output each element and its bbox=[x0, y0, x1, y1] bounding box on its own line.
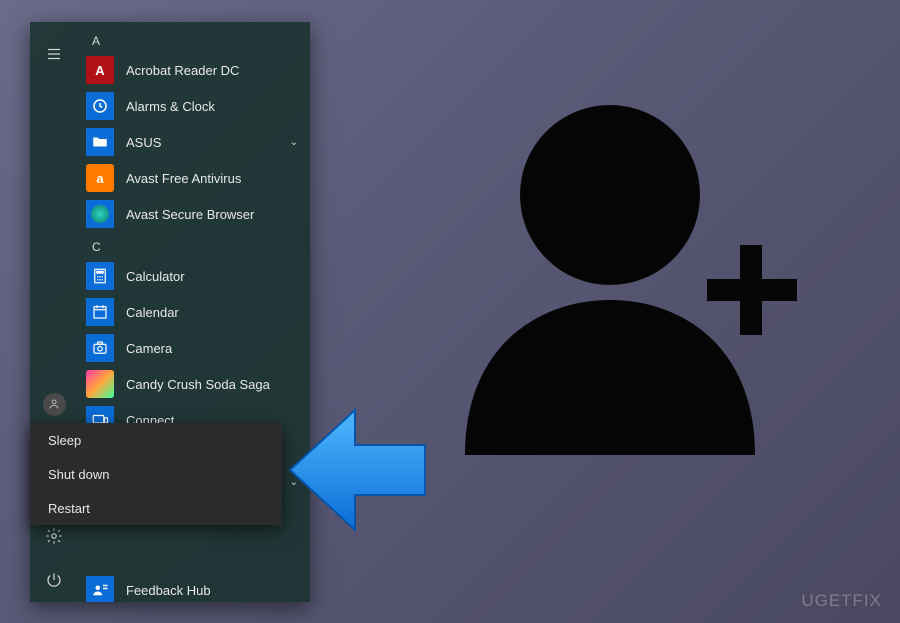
app-label: Avast Free Antivirus bbox=[126, 171, 241, 186]
add-user-silhouette bbox=[410, 65, 830, 485]
power-item-label: Restart bbox=[48, 501, 90, 516]
app-label: Camera bbox=[126, 341, 172, 356]
app-feedback-hub[interactable]: Feedback Hub bbox=[78, 572, 310, 602]
acrobat-icon: A bbox=[86, 56, 114, 84]
app-avast-antivirus[interactable]: a Avast Free Antivirus bbox=[78, 160, 310, 196]
app-asus-folder[interactable]: ASUS ⌄ bbox=[78, 124, 310, 160]
hamburger-button[interactable] bbox=[30, 32, 78, 76]
calendar-icon bbox=[86, 298, 114, 326]
app-acrobat-reader[interactable]: A Acrobat Reader DC bbox=[78, 52, 310, 88]
app-label: Acrobat Reader DC bbox=[126, 63, 239, 78]
power-item-label: Shut down bbox=[48, 467, 109, 482]
app-avast-browser[interactable]: Avast Secure Browser bbox=[78, 196, 310, 232]
watermark: UGETFIX bbox=[801, 591, 882, 611]
watermark-text: UGETFIX bbox=[801, 591, 882, 610]
app-label: Alarms & Clock bbox=[126, 99, 215, 114]
user-icon bbox=[43, 393, 66, 416]
power-menu-popup: Sleep Shut down Restart bbox=[30, 423, 282, 525]
power-item-label: Sleep bbox=[48, 433, 81, 448]
app-label: Avast Secure Browser bbox=[126, 207, 254, 222]
section-letter-a[interactable]: A bbox=[78, 26, 310, 52]
avast-icon: a bbox=[86, 164, 114, 192]
power-sleep[interactable]: Sleep bbox=[30, 423, 282, 457]
blue-arrow-annotation bbox=[280, 400, 430, 540]
section-letter-c[interactable]: C bbox=[78, 232, 310, 258]
power-icon bbox=[45, 571, 63, 589]
app-alarms-clock[interactable]: Alarms & Clock bbox=[78, 88, 310, 124]
app-candy-crush[interactable]: Candy Crush Soda Saga bbox=[78, 366, 310, 402]
chevron-down-icon: ⌄ bbox=[290, 137, 298, 148]
clock-icon bbox=[86, 92, 114, 120]
app-camera[interactable]: Camera bbox=[78, 330, 310, 366]
app-label: Calculator bbox=[126, 269, 185, 284]
app-label: Feedback Hub bbox=[126, 583, 211, 598]
camera-icon bbox=[86, 334, 114, 362]
app-label: ASUS bbox=[126, 135, 161, 150]
calculator-icon bbox=[86, 262, 114, 290]
app-label: Candy Crush Soda Saga bbox=[126, 377, 270, 392]
app-calculator[interactable]: Calculator bbox=[78, 258, 310, 294]
power-button[interactable] bbox=[30, 558, 78, 602]
power-restart[interactable]: Restart bbox=[30, 491, 282, 525]
avast-browser-icon bbox=[86, 200, 114, 228]
hamburger-icon bbox=[45, 45, 63, 63]
power-shutdown[interactable]: Shut down bbox=[30, 457, 282, 491]
feedback-icon bbox=[86, 576, 114, 602]
user-account-button[interactable] bbox=[30, 382, 78, 426]
folder-icon bbox=[86, 128, 114, 156]
gear-icon bbox=[45, 527, 63, 545]
app-label: Calendar bbox=[126, 305, 179, 320]
app-calendar[interactable]: Calendar bbox=[78, 294, 310, 330]
candy-crush-icon bbox=[86, 370, 114, 398]
